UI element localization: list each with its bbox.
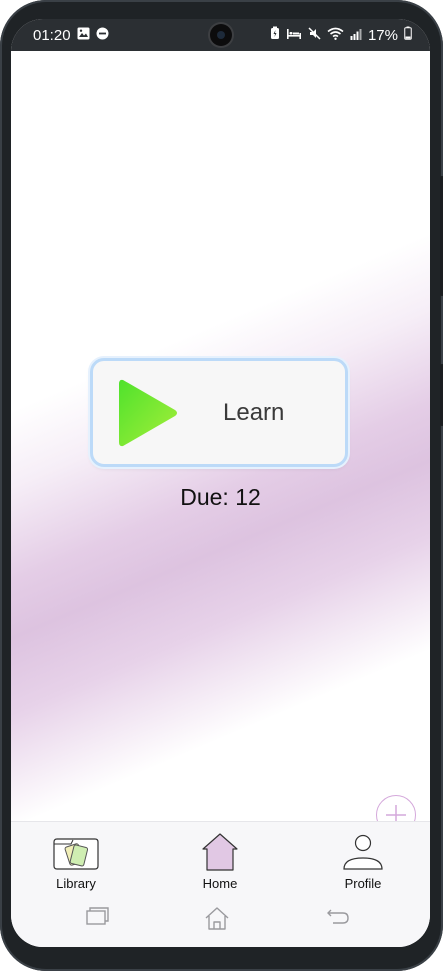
library-cards-icon — [53, 838, 99, 870]
system-home-button[interactable] — [203, 905, 231, 936]
phone-frame: 01:20 17% Learn Due: 12 Library Home Pro… — [0, 0, 443, 971]
wifi-icon — [327, 27, 344, 44]
battery-percent: 17% — [367, 26, 398, 44]
nav-label-profile: Profile — [344, 876, 382, 891]
app-content: Learn Due: 12 — [11, 51, 430, 835]
recents-icon — [86, 907, 109, 925]
learn-button[interactable]: Learn — [90, 358, 348, 467]
back-button[interactable] — [325, 905, 351, 932]
mute-icon — [308, 26, 321, 44]
nav-item-profile[interactable]: Profile — [308, 830, 418, 891]
nav-item-library[interactable]: Library — [21, 830, 131, 891]
bottom-navigation: Library Home Profile — [11, 821, 430, 892]
signal-icon — [350, 27, 362, 44]
nav-label-library: Library — [56, 876, 96, 891]
front-camera — [209, 24, 232, 46]
back-icon — [327, 909, 349, 924]
gallery-icon — [77, 27, 90, 44]
recents-button[interactable] — [84, 905, 110, 932]
play-icon — [119, 379, 177, 447]
clock: 01:20 — [33, 26, 71, 44]
home-icon — [202, 833, 238, 871]
due-count: Due: 12 — [180, 484, 261, 510]
nav-item-home[interactable]: Home — [165, 830, 275, 891]
system-navigation-bar — [11, 891, 430, 947]
screen: 01:20 17% Learn Due: 12 Library Home Pro… — [11, 19, 430, 947]
nav-label-home: Home — [202, 876, 238, 891]
battery-saver-icon — [270, 26, 280, 44]
battery-icon — [404, 26, 412, 44]
sleep-icon — [286, 27, 302, 44]
dnd-icon — [96, 27, 109, 44]
home-outline-icon — [205, 907, 229, 930]
learn-button-label: Learn — [223, 399, 285, 426]
profile-icon — [343, 834, 383, 870]
